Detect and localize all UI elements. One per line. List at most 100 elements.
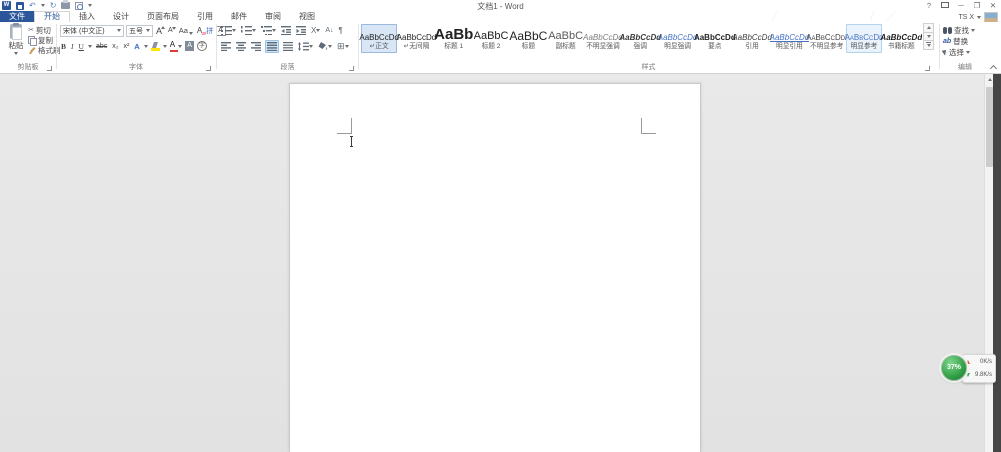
styles-more-button[interactable] xyxy=(923,40,934,50)
paste-clipboard-icon xyxy=(10,24,22,39)
style-item-book-title[interactable]: AaBbCcDd书籍标题 xyxy=(883,24,919,53)
styles-dialog-launcher-icon[interactable] xyxy=(925,66,930,71)
numbering-button[interactable] xyxy=(240,25,257,36)
style-item-subtle-reference[interactable]: AaBbCcDdI不明显参考 xyxy=(809,24,845,53)
justify-button[interactable] xyxy=(265,40,279,53)
text-effects-button[interactable]: A xyxy=(133,42,140,51)
multilevel-dropdown-icon xyxy=(272,29,276,32)
paste-button[interactable]: 粘贴 xyxy=(4,24,28,57)
clear-formatting-button[interactable]: A xyxy=(196,26,203,35)
style-item-subtitle[interactable]: AaBbC副标题 xyxy=(547,24,583,53)
restore-button[interactable]: ❐ xyxy=(969,0,985,11)
vertical-scrollbar[interactable] xyxy=(984,74,993,452)
document-page[interactable] xyxy=(289,83,701,452)
ribbon-display-options-button[interactable] xyxy=(937,0,953,11)
phonetic-guide-button[interactable]: 拼 xyxy=(205,26,214,36)
tab-mailings[interactable]: 邮件 xyxy=(222,11,256,22)
align-right-button[interactable] xyxy=(250,41,262,52)
ribbon-tabs: 文件 开始 插入 设计 页面布局 引用 邮件 审阅 视图 xyxy=(0,11,324,22)
tab-insert[interactable]: 插入 xyxy=(70,11,104,22)
document-area[interactable] xyxy=(0,74,996,452)
tab-home[interactable]: 开始 xyxy=(34,11,70,22)
highlight-dropdown-icon[interactable] xyxy=(163,45,167,48)
style-item-emphasis[interactable]: AaBbCcDd强调 xyxy=(622,24,658,53)
download-speed-row: 9.8K/s xyxy=(963,368,995,381)
close-button[interactable]: ✕ xyxy=(985,0,1001,11)
find-dropdown-icon xyxy=(971,29,975,32)
paragraph-dialog-launcher-icon[interactable] xyxy=(349,66,354,71)
tab-references[interactable]: 引用 xyxy=(188,11,222,22)
replace-button[interactable]: ab 替换 xyxy=(943,36,968,46)
download-speed-value: 9.8K/s xyxy=(975,372,992,378)
change-case-button[interactable]: Aa xyxy=(178,26,194,35)
strikethrough-button[interactable]: abc xyxy=(95,43,108,50)
align-center-icon xyxy=(236,42,246,51)
distribute-icon xyxy=(283,42,293,51)
multilevel-list-button[interactable] xyxy=(260,25,277,36)
style-item-strong[interactable]: AaBbCcDd要点 xyxy=(697,24,733,53)
tab-view[interactable]: 视图 xyxy=(290,11,324,22)
help-button[interactable]: ? xyxy=(921,0,937,11)
font-color-button[interactable]: A xyxy=(170,40,175,52)
style-item-intense-reference[interactable]: AaBbCcDd明显参考 xyxy=(846,24,882,53)
subscript-button[interactable]: x₂ xyxy=(111,43,119,50)
asian-layout-button[interactable]: X xyxy=(310,25,321,37)
underline-dropdown-icon[interactable] xyxy=(88,45,92,48)
underline-button[interactable]: U xyxy=(78,42,85,51)
font-color-dropdown-icon[interactable] xyxy=(178,45,182,48)
tab-page-layout[interactable]: 页面布局 xyxy=(138,11,188,22)
bullets-button[interactable] xyxy=(220,25,237,36)
select-button[interactable]: 选择 xyxy=(943,47,970,57)
borders-button[interactable]: ⊞ xyxy=(336,40,350,52)
tab-design[interactable]: 设计 xyxy=(104,11,138,22)
italic-button[interactable]: I xyxy=(70,42,75,51)
grow-font-button[interactable]: A xyxy=(155,26,165,36)
tab-file[interactable]: 文件 xyxy=(0,11,34,22)
find-label: 查找 xyxy=(954,25,969,36)
clipboard-dialog-launcher-icon[interactable] xyxy=(47,66,52,71)
style-item-normal[interactable]: AaBbCcDd↵正文 xyxy=(361,24,397,53)
decrease-indent-button[interactable] xyxy=(280,25,292,36)
bold-button[interactable]: B xyxy=(60,42,67,51)
replace-icon: ab xyxy=(943,38,951,45)
minimize-button[interactable]: ─ xyxy=(953,0,969,11)
enclose-characters-button[interactable]: 字 xyxy=(197,41,207,51)
line-spacing-button[interactable] xyxy=(297,41,314,52)
paste-dropdown-icon xyxy=(14,52,18,55)
shrink-font-button[interactable]: A xyxy=(167,27,176,34)
align-center-button[interactable] xyxy=(235,41,247,52)
font-size-value: 五号 xyxy=(129,26,143,36)
character-shading-button[interactable]: A xyxy=(185,41,194,51)
text-effects-dropdown-icon[interactable] xyxy=(144,45,148,48)
font-name-combobox[interactable]: 宋体 (中文正) xyxy=(60,25,124,37)
memory-usage-ball[interactable]: 37% xyxy=(941,355,967,381)
collapse-ribbon-button[interactable] xyxy=(989,64,997,70)
cut-button[interactable]: ✂ 剪切 xyxy=(28,25,51,35)
distribute-button[interactable] xyxy=(282,41,294,52)
shading-button[interactable] xyxy=(317,41,333,52)
font-size-combobox[interactable]: 五号 xyxy=(126,25,153,37)
editing-group-label: 编辑 xyxy=(941,62,989,72)
style-item-heading1[interactable]: AaBb标题 1 xyxy=(436,24,472,53)
style-item-quote[interactable]: AaBbCcDd引用 xyxy=(734,24,770,53)
superscript-button[interactable]: x² xyxy=(122,43,130,50)
group-paragraph: X A↓ ¶ xyxy=(217,22,358,74)
align-left-button[interactable] xyxy=(220,41,232,52)
find-button[interactable]: 查找 xyxy=(943,25,975,35)
style-item-subtle-emphasis[interactable]: AaBbCcDd不明显强调 xyxy=(585,24,621,53)
sort-button[interactable]: A↓ xyxy=(324,25,334,37)
style-item-no-spacing[interactable]: AaBbCcDd↵无间隔 xyxy=(398,24,434,53)
style-item-heading2[interactable]: AaBbC标题 2 xyxy=(473,24,509,53)
tab-review[interactable]: 审阅 xyxy=(256,11,290,22)
increase-indent-button[interactable] xyxy=(295,25,307,36)
copy-button[interactable]: 复制 xyxy=(28,35,53,45)
scrollbar-thumb[interactable] xyxy=(986,87,993,167)
style-item-intense-quote[interactable]: AaBbCcDd明显引用 xyxy=(771,24,807,53)
select-dropdown-icon xyxy=(966,51,970,54)
style-item-intense-emphasis[interactable]: AaBbCcDd明显强调 xyxy=(659,24,695,53)
text-highlight-icon[interactable] xyxy=(151,42,160,51)
style-item-title[interactable]: AaBbC标题 xyxy=(510,24,546,53)
collapse-ribbon-icon xyxy=(989,65,996,72)
show-hide-marks-button[interactable]: ¶ xyxy=(338,25,344,37)
font-dialog-launcher-icon[interactable] xyxy=(206,66,211,71)
